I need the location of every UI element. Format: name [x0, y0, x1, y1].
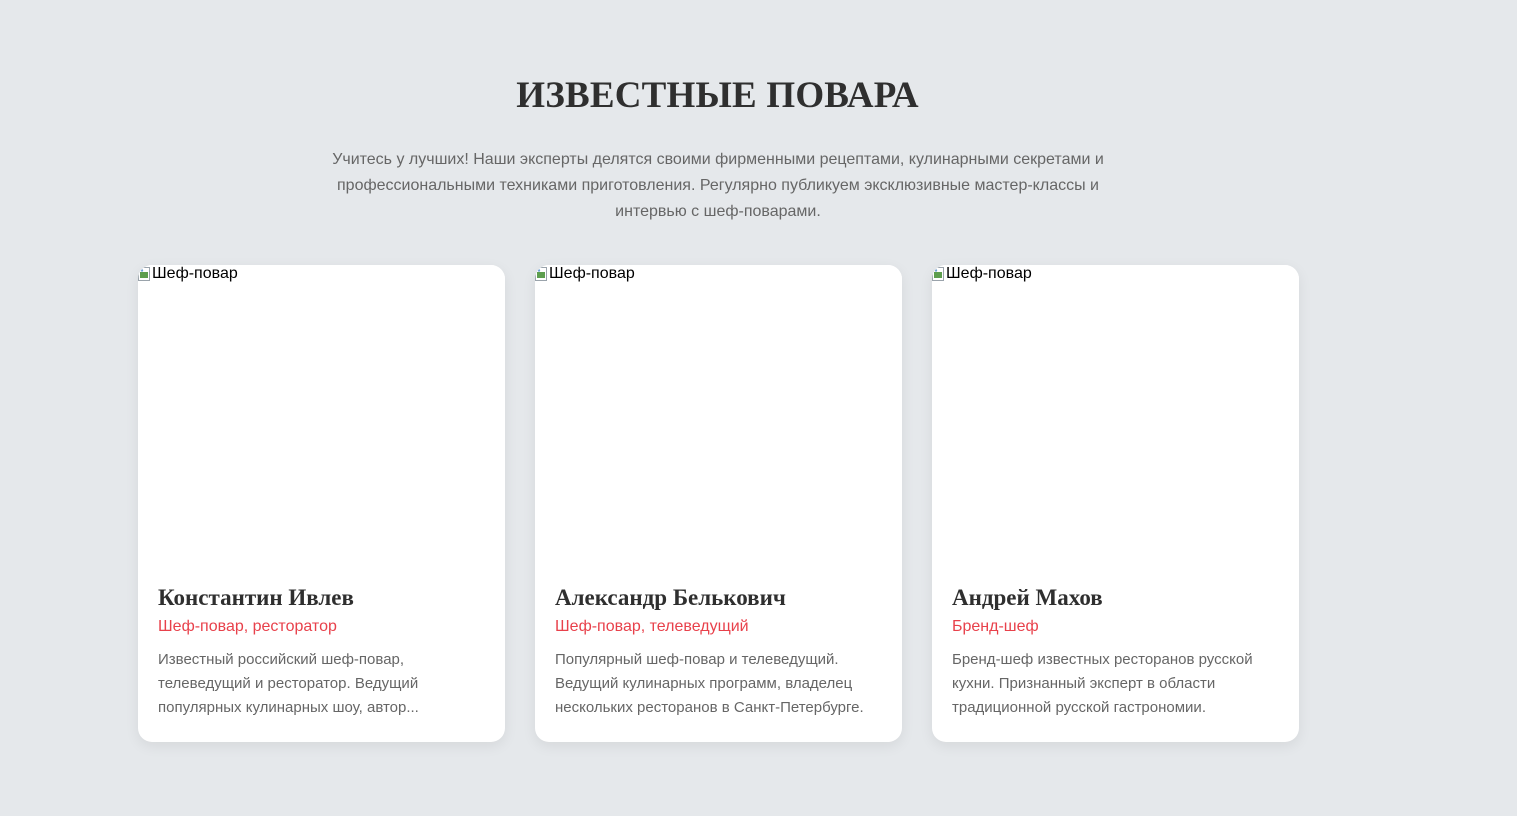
chef-name[interactable]: Андрей Махов	[952, 583, 1279, 613]
broken-image-icon	[535, 267, 547, 281]
chef-photo: Шеф-повар	[535, 265, 902, 565]
chef-photo-alt: Шеф-повар	[152, 265, 238, 282]
chef-card[interactable]: Шеф-повар Александр Белькович Шеф-повар,…	[535, 265, 902, 742]
chef-role: Бренд-шеф	[952, 618, 1039, 635]
chefs-section: ИЗВЕСТНЫЕ ПОВАРА Учитесь у лучших! Наши …	[0, 0, 1517, 816]
chef-photo: Шеф-повар	[932, 265, 1299, 565]
chef-cards: Шеф-повар Константин Ивлев Шеф-повар, ре…	[138, 265, 1299, 742]
chef-card-body: Александр Белькович Шеф-повар, телеведущ…	[535, 565, 902, 720]
chef-name[interactable]: Константин Ивлев	[158, 583, 485, 613]
broken-image-icon	[138, 267, 150, 281]
chef-photo-placeholder: Шеф-повар	[932, 265, 1032, 283]
chef-card-body: Андрей Махов Бренд-шеф Бренд-шеф известн…	[932, 565, 1299, 720]
section-description: Учитесь у лучших! Наши эксперты делятся …	[332, 151, 1104, 220]
broken-image-icon	[932, 267, 944, 281]
chef-bio: Бренд-шеф известных ресторанов русской к…	[952, 651, 1253, 716]
chef-bio: Популярный шеф-повар и телеведущий. Веду…	[555, 651, 864, 716]
chef-bio: Известный российский шеф-повар, телеведу…	[158, 651, 419, 716]
chef-name[interactable]: Александр Белькович	[555, 583, 882, 613]
chef-photo-alt: Шеф-повар	[549, 265, 635, 282]
chef-card-body: Константин Ивлев Шеф-повар, ресторатор И…	[138, 565, 505, 720]
chef-photo-placeholder: Шеф-повар	[138, 265, 238, 283]
section-title: ИЗВЕСТНЫЕ ПОВАРА	[516, 75, 919, 116]
chef-photo-placeholder: Шеф-повар	[535, 265, 635, 283]
chef-role: Шеф-повар, телеведущий	[555, 618, 749, 635]
chef-card[interactable]: Шеф-повар Андрей Махов Бренд-шеф Бренд-ш…	[932, 265, 1299, 742]
chef-role: Шеф-повар, ресторатор	[158, 618, 337, 635]
chef-photo-alt: Шеф-повар	[946, 265, 1032, 282]
chef-card[interactable]: Шеф-повар Константин Ивлев Шеф-повар, ре…	[138, 265, 505, 742]
chef-photo: Шеф-повар	[138, 265, 505, 565]
